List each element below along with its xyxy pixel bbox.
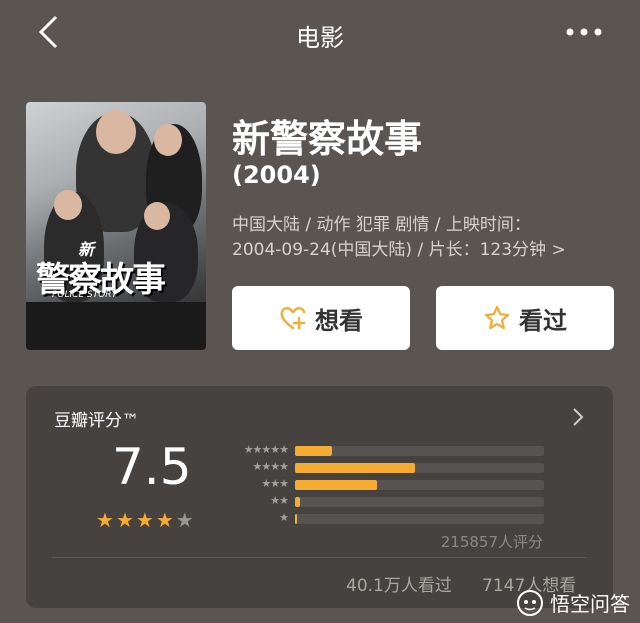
rating-bar-fill <box>295 446 333 456</box>
rating-bar-track <box>295 514 544 524</box>
rating-bar-row: ★★ <box>222 494 544 507</box>
star-filled-icon: ★ <box>96 508 114 532</box>
rating-title: 豆瓣评分™ <box>54 411 139 431</box>
star-filled-icon: ★ <box>155 508 174 532</box>
rating-bar-row: ★★★ <box>222 477 544 490</box>
divider <box>52 557 587 558</box>
rating-bar-stars: ★ <box>279 511 289 524</box>
movie-poster[interactable]: 新 警察故事 POLICE STORY <box>26 102 206 350</box>
rating-bar-row: ★★★★★ <box>222 443 544 456</box>
movie-name: 新警察故事 <box>232 117 423 161</box>
watermark: 悟空问答 <box>516 588 630 617</box>
wukong-logo-icon <box>517 589 543 616</box>
seen-label: 看过 <box>519 306 567 335</box>
poster-subtitle: POLICE STORY <box>52 290 118 300</box>
rating-bar-fill <box>295 463 415 473</box>
rating-bar-stars: ★★★ <box>261 477 289 490</box>
movie-meta-line2[interactable]: 2004-09-24(中国大陆) / 片长：123分钟 > <box>232 235 566 260</box>
seen-count: 40.1万人看过 <box>346 576 452 596</box>
star-filled-icon: ★ <box>135 508 154 532</box>
rating-bar-stars: ★★ <box>270 494 289 507</box>
rating-stars: ★ ★ ★ ★ ★ <box>96 510 194 530</box>
want-to-watch-button[interactable]: 想看 <box>232 286 410 350</box>
want-label: 想看 <box>315 306 363 335</box>
rating-bar-track <box>295 497 544 507</box>
star-outline-icon <box>484 305 510 330</box>
rating-bar-track <box>295 463 544 473</box>
page-title: 电影 <box>296 24 344 52</box>
rating-bar-row: ★★★★ <box>222 460 544 473</box>
rating-bar-fill <box>295 497 300 507</box>
star-filled-icon: ★ <box>115 508 134 532</box>
rating-count: 215857人评分 <box>440 533 543 551</box>
rating-bar-track <box>295 480 544 490</box>
movie-meta-line1[interactable]: 中国大陆 / 动作 犯罪 剧情 / 上映时间： <box>232 210 531 235</box>
chevron-right-icon[interactable] <box>571 406 585 428</box>
top-bar: 电影 <box>0 0 640 64</box>
rating-bar-track <box>295 446 544 456</box>
rating-bar-fill <box>295 480 378 490</box>
watched-button[interactable]: 看过 <box>436 286 614 350</box>
more-options-icon[interactable] <box>564 22 604 42</box>
heart-plus-icon <box>280 307 306 330</box>
rating-bar-row: ★ <box>222 511 544 524</box>
movie-year: (2004) <box>232 161 321 189</box>
watermark-text: 悟空问答 <box>550 592 630 616</box>
star-empty-icon: ★ <box>175 508 194 532</box>
rating-bar-stars: ★★★★★ <box>243 443 289 456</box>
rating-score: 7.5 <box>112 438 192 496</box>
rating-bar-fill <box>295 514 297 524</box>
rating-card[interactable]: 豆瓣评分™ 7.5 ★ ★ ★ ★ ★ ★★★★★ ★★★★ ★★★ ★★ ★ 215857人评… <box>26 386 613 608</box>
rating-bar-stars: ★★★★ <box>252 460 289 473</box>
